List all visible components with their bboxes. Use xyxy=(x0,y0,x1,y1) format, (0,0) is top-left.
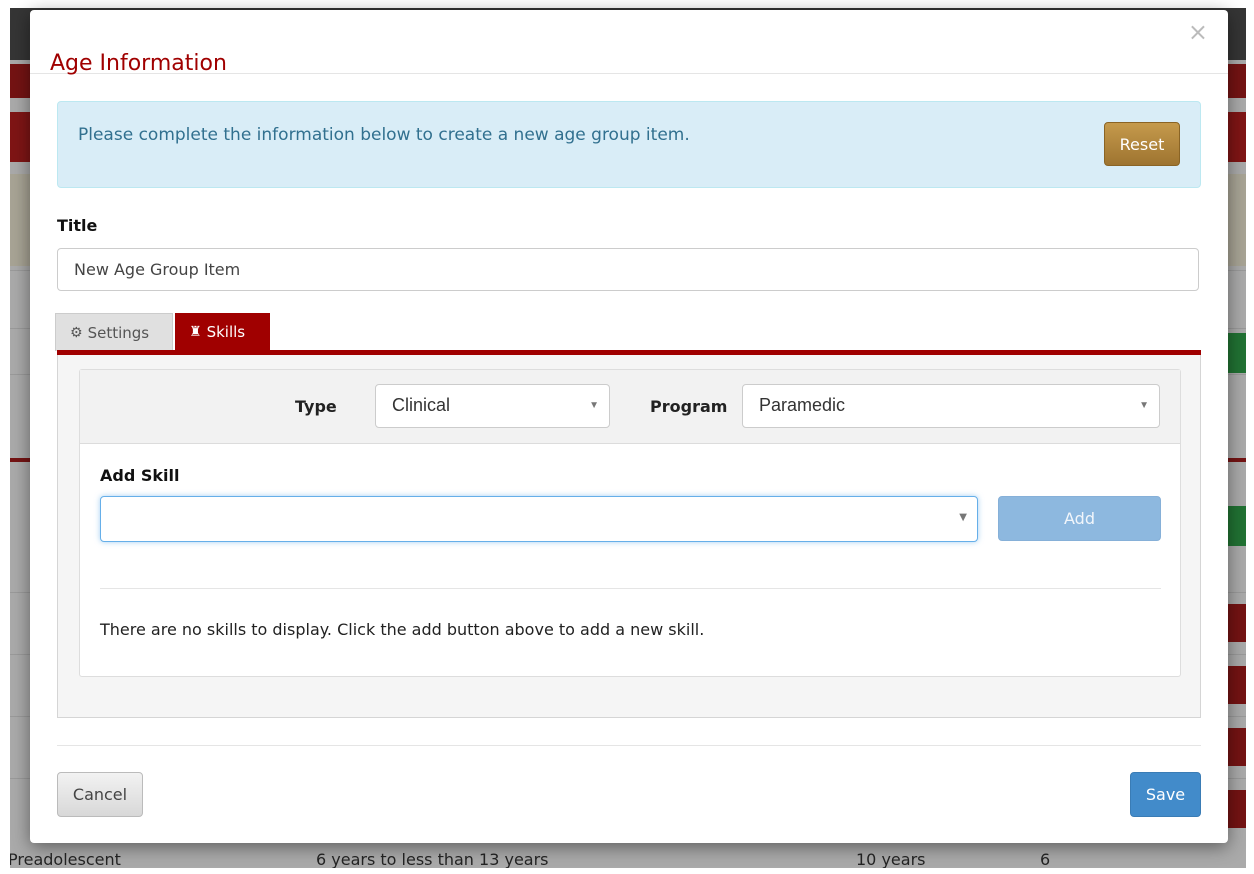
info-alert: Please complete the information below to… xyxy=(57,101,1201,188)
close-icon[interactable]: × xyxy=(1188,18,1208,46)
type-select-value: Clinical xyxy=(392,395,451,415)
info-message: Please complete the information below to… xyxy=(78,125,690,145)
title-input[interactable] xyxy=(57,248,1199,291)
skills-tab-panel: Type Clinical ▼ Program Paramedic ▼ Add … xyxy=(57,355,1201,718)
program-select[interactable]: Paramedic ▼ xyxy=(742,384,1160,428)
card-divider xyxy=(100,588,1161,589)
tab-settings-label: Settings xyxy=(87,323,150,342)
add-skill-label: Add Skill xyxy=(100,466,180,485)
chevron-down-icon: ▼ xyxy=(959,512,967,523)
type-select[interactable]: Clinical ▼ xyxy=(375,384,610,428)
title-label: Title xyxy=(57,216,98,235)
footer-divider xyxy=(57,745,1201,746)
save-button[interactable]: Save xyxy=(1130,772,1201,817)
chevron-down-icon: ▼ xyxy=(1139,400,1149,411)
add-skill-select[interactable]: ▼ xyxy=(100,496,978,542)
age-information-modal: Age Information × Please complete the in… xyxy=(30,10,1228,843)
rook-icon: ♜ xyxy=(189,324,202,340)
skills-filter-header: Type Clinical ▼ Program Paramedic ▼ xyxy=(80,370,1180,444)
gears-icon: ⚙ xyxy=(70,324,83,341)
reset-button[interactable]: Reset xyxy=(1104,122,1180,166)
type-label: Type xyxy=(295,397,337,416)
tab-skills-label: Skills xyxy=(206,323,246,341)
tab-settings[interactable]: ⚙ Settings xyxy=(55,313,173,351)
skills-card: Type Clinical ▼ Program Paramedic ▼ Add … xyxy=(79,369,1181,677)
empty-skills-message: There are no skills to display. Click th… xyxy=(100,620,705,639)
program-select-value: Paramedic xyxy=(759,395,846,415)
tab-skills[interactable]: ♜ Skills xyxy=(175,313,270,351)
program-label: Program xyxy=(650,397,728,416)
modal-title: Age Information xyxy=(50,51,227,77)
add-skill-button[interactable]: Add xyxy=(998,496,1161,541)
modal-header: Age Information × xyxy=(30,10,1228,77)
cancel-button[interactable]: Cancel xyxy=(57,772,143,817)
chevron-down-icon: ▼ xyxy=(589,400,599,411)
